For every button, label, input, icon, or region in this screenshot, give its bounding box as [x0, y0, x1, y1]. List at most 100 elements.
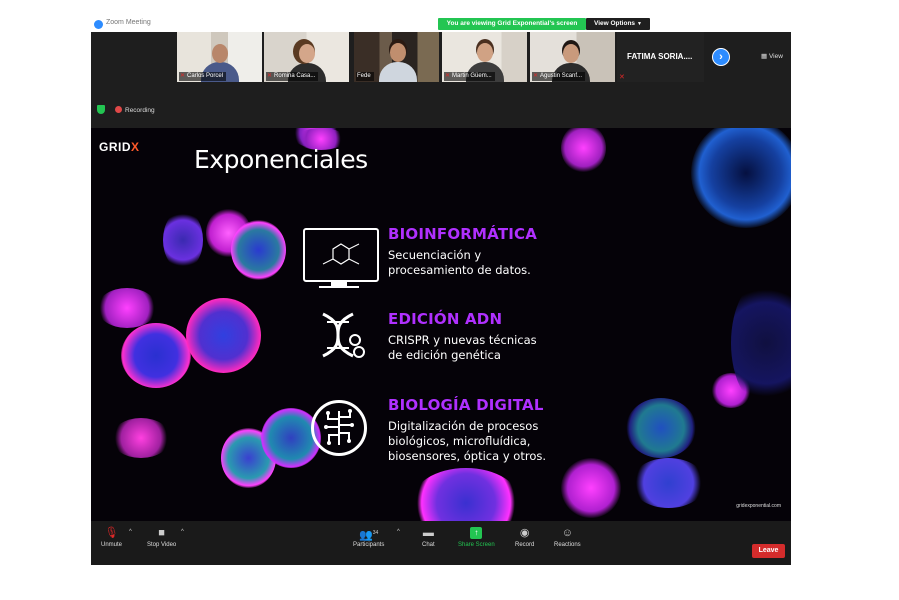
view-button[interactable]: ▦ View [761, 52, 783, 60]
gridx-logo: GRIDX [99, 140, 140, 154]
record-dot-icon [115, 106, 122, 113]
desc-line: CRISPR y nuevas técnicas [388, 333, 537, 347]
monitor-base [319, 286, 359, 288]
participant-head [212, 44, 228, 63]
item-desc-edicion-adn: CRISPR y nuevas técnicas de edición gené… [388, 333, 537, 363]
leave-button[interactable]: Leave [752, 544, 785, 558]
muted-mic-icon: ✕ [267, 73, 273, 79]
participant-tile-no-video[interactable]: FATIMA SORIA.... ✕ [617, 32, 704, 82]
participant-name: Romina Casa... [274, 73, 316, 79]
participant-head [390, 43, 406, 62]
participant-name: FATIMA SORIA.... [627, 52, 693, 61]
participant-name: Carlos Porcel [187, 73, 224, 79]
logo-text: GRID [99, 140, 131, 154]
desc-line: Secuenciación y [388, 248, 482, 262]
cell-image [631, 458, 706, 508]
computer-monitor-icon [303, 228, 379, 282]
view-options-label: View Options [593, 20, 636, 27]
desc-line: biológicos, microfluídica, [388, 434, 531, 448]
logo-x: X [131, 140, 140, 154]
participant-name: Martin Güem... [452, 73, 492, 79]
caret-up-icon: ^ [181, 529, 184, 535]
participant-tile[interactable]: Fede [354, 32, 439, 82]
recording-indicator[interactable]: Recording [115, 106, 155, 114]
participant-tile[interactable]: ✕ Carlos Porcel [177, 32, 262, 82]
muted-mic-icon: ✕ [533, 73, 539, 79]
participant-name-tag: ✕ Martin Güem... [444, 72, 495, 81]
cell-image [186, 298, 261, 373]
item-desc-biologia-digital: Digitalización de procesos biológicos, m… [388, 419, 546, 464]
cell-image [111, 418, 171, 458]
caret-up-icon: ^ [129, 529, 132, 535]
participant-head [563, 44, 579, 63]
muted-mic-icon: ✕ [180, 73, 186, 79]
participants-icon: 👥34 [359, 529, 379, 542]
participant-tile[interactable]: ✕ Agustin Scanf... [530, 32, 615, 82]
view-label: View [768, 53, 783, 60]
participant-tile[interactable]: ✕ Martin Güem... [442, 32, 527, 82]
participants-button[interactable]: 👥34 Participants [353, 527, 384, 548]
video-camera-icon: ■ [158, 527, 165, 539]
smiley-icon: ☺ [561, 527, 573, 539]
participant-name-tag: ✕ Romina Casa... [266, 72, 319, 81]
desc-line: Digitalización de procesos [388, 419, 539, 433]
circuit-brain-icon [311, 400, 367, 456]
gallery-view-icon: ▦ [761, 53, 768, 60]
item-title-biologia-digital: BIOLOGÍA DIGITAL [388, 396, 544, 414]
caret-up-icon: ^ [397, 529, 400, 535]
chevron-right-icon: › [719, 51, 723, 63]
unmute-button[interactable]: 🎙 Unmute [101, 527, 122, 548]
muted-mic-icon: ✕ [619, 74, 625, 81]
chat-button[interactable]: ▬ Chat [422, 527, 435, 548]
cell-image [231, 220, 286, 280]
chat-label: Chat [422, 542, 435, 548]
recording-label: Recording [125, 107, 155, 114]
record-icon: ◉ [519, 527, 530, 539]
participant-name: Fede [357, 73, 371, 79]
dna-scissors-icon [313, 312, 365, 370]
participant-head [299, 44, 315, 63]
slide-title: Exponenciales [194, 145, 368, 174]
muted-mic-icon: ✕ [445, 73, 451, 79]
participant-tile[interactable]: ✕ Romina Casa... [264, 32, 349, 82]
share-arrow-icon: ↑ [470, 527, 483, 539]
item-title-edicion-adn: EDICIÓN ADN [388, 310, 503, 328]
cell-image [163, 210, 203, 270]
cell-image [411, 468, 521, 521]
footer-url: gridexponential.com [736, 503, 781, 509]
participant-count: 34 [372, 530, 379, 536]
participants-label: Participants [353, 542, 385, 548]
record-label: Record [515, 542, 535, 548]
stop-video-button[interactable]: ■ Stop Video [147, 527, 176, 548]
cell-image [561, 458, 621, 518]
view-options-button[interactable]: View Options ▼ [586, 18, 650, 30]
cell-image [691, 128, 791, 228]
shared-screen-slide: GRIDX Exponenciales BIOINFORMÁTICA Secue… [91, 128, 791, 521]
window-title: Zoom Meeting [106, 19, 151, 26]
share-screen-button[interactable]: ↑ Share Screen [458, 527, 495, 548]
cell-image [561, 128, 606, 173]
cell-image [626, 398, 696, 458]
item-title-bioinformatica: BIOINFORMÁTICA [388, 225, 538, 243]
desc-line: procesamiento de datos. [388, 263, 531, 277]
record-button[interactable]: ◉ Record [515, 527, 534, 548]
participant-name-tag: ✕ Carlos Porcel [179, 72, 227, 81]
participant-name: Agustin Scanf... [540, 73, 583, 79]
security-shield-icon[interactable] [97, 105, 105, 114]
chevron-down-icon: ▼ [637, 21, 642, 27]
meeting-toolbar: 🎙 Unmute ^ ■ Stop Video ^ 👥34 Participants … [91, 521, 791, 565]
participant-name-tag: Fede [356, 72, 374, 81]
zoom-window: Zoom Meeting You are viewing Grid Expone… [91, 17, 791, 565]
zoom-logo-icon [94, 20, 103, 29]
desc-line: de edición genética [388, 348, 501, 362]
cell-image [97, 288, 157, 328]
participant-name-tag: ✕ Agustin Scanf... [532, 72, 586, 81]
stop-video-label: Stop Video [147, 542, 177, 548]
reactions-button[interactable]: ☺ Reactions [554, 527, 581, 548]
muted-microphone-icon: 🎙 [104, 527, 119, 539]
chat-bubble-icon: ▬ [422, 527, 434, 539]
participant-head [477, 43, 493, 62]
reactions-label: Reactions [554, 542, 581, 548]
next-page-button[interactable]: › [712, 48, 730, 66]
unmute-label: Unmute [101, 542, 123, 548]
